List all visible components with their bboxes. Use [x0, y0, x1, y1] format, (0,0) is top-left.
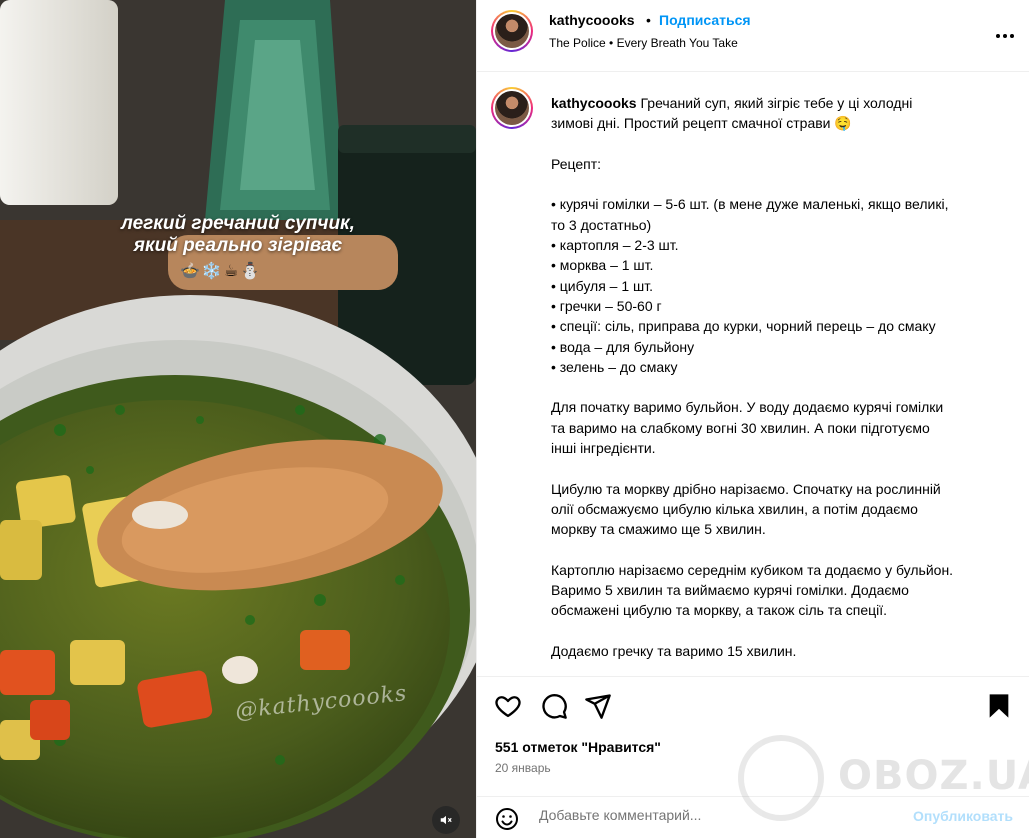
avatar[interactable] [491, 10, 533, 52]
follow-button[interactable]: Подписаться [659, 12, 751, 28]
comments-scroll-area[interactable]: kathycoooks Гречаний суп, який зігріє те… [477, 73, 1029, 676]
post-date[interactable]: 20 январь [495, 761, 551, 775]
speaker-muted-icon [440, 815, 452, 825]
video-overlay-text: легкий гречаний супчик, який реально зіг… [0, 213, 476, 257]
mute-button[interactable] [432, 806, 460, 834]
post-actions: 551 отметок "Нравится" 20 январь [477, 676, 1029, 796]
publish-button[interactable]: Опубликовать [913, 808, 1013, 824]
share-icon[interactable] [584, 692, 612, 720]
overlay-line-1: легкий гречаний супчик, [121, 213, 355, 234]
emoji-icon[interactable] [495, 807, 519, 831]
caption-avatar[interactable] [491, 87, 533, 129]
comment-icon[interactable] [540, 692, 568, 720]
header-separator: • [646, 12, 651, 28]
likes-count[interactable]: 551 отметок "Нравится" [495, 739, 661, 755]
comment-bar: Опубликовать [477, 796, 1029, 838]
bookmark-icon[interactable] [985, 692, 1013, 720]
header-username[interactable]: kathycoooks [549, 12, 635, 28]
caption-username[interactable]: kathycoooks [551, 95, 637, 111]
post-media[interactable]: легкий гречаний супчик, який реально зіг… [0, 0, 476, 838]
comment-input[interactable] [539, 807, 879, 823]
overlay-emoji-row: 🍲❄️☕⛄ [180, 263, 263, 280]
caption-text: Гречаний суп, який зігріє тебе у ці холо… [551, 95, 954, 660]
overlay-line-2: який реально зігріває [133, 235, 343, 256]
more-horizontal-icon [996, 34, 1014, 38]
heart-icon[interactable] [494, 692, 522, 720]
audio-track[interactable]: The Police • Every Breath You Take [549, 36, 738, 50]
more-options-button[interactable] [995, 22, 1015, 45]
post-side-panel: kathycoooks • Подписаться The Police • E… [476, 0, 1029, 838]
post-caption: kathycoooks Гречаний суп, який зігріє те… [551, 93, 1011, 661]
post-header: kathycoooks • Подписаться The Police • E… [477, 0, 1029, 72]
